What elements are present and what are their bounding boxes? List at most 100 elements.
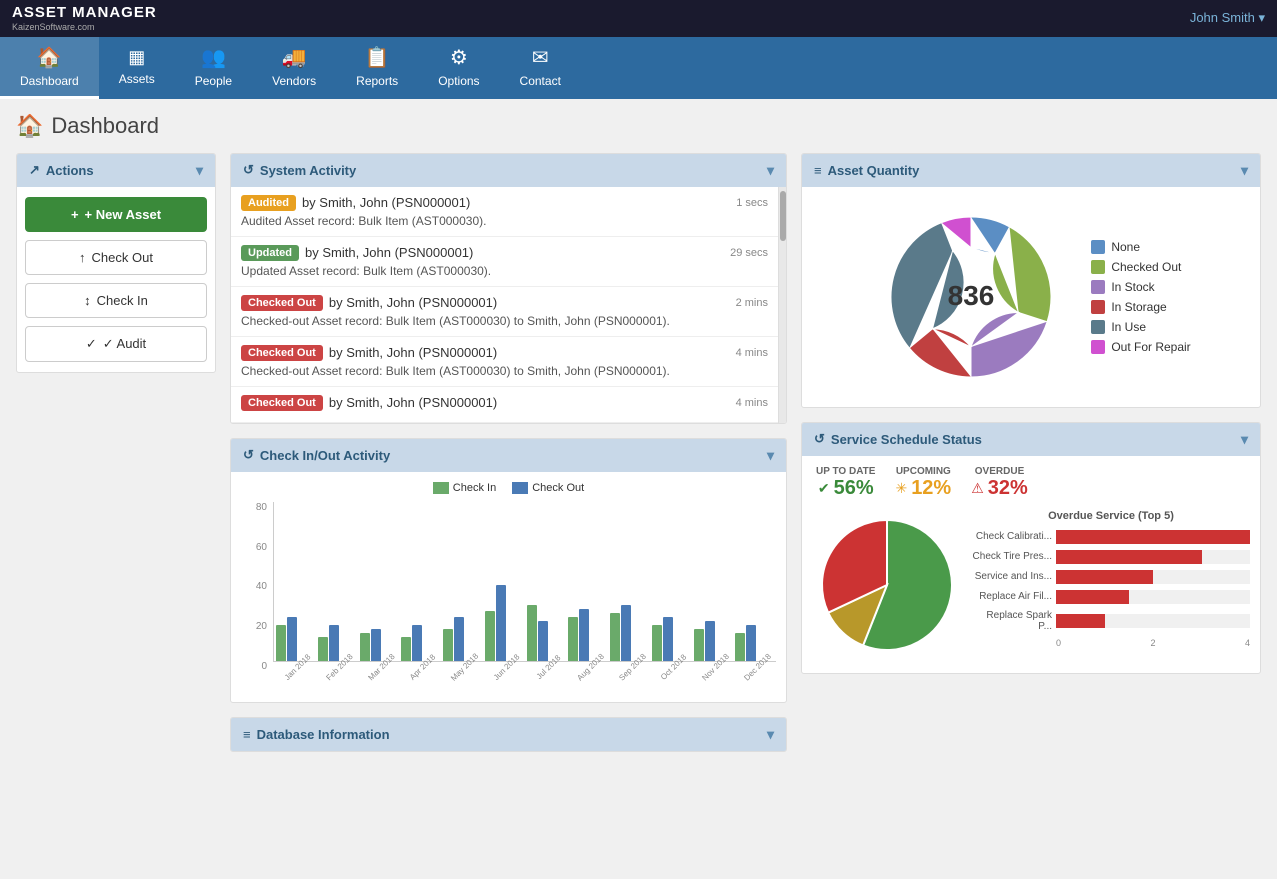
donut-segment [910, 329, 972, 377]
checkout-bar [329, 625, 339, 661]
legend-dot [1091, 340, 1105, 354]
audit-button[interactable]: ✓ ✓ Audit [25, 326, 207, 362]
x-labels: Jan 2018Feb 2018Mar 2018Apr 2018May 2018… [273, 662, 776, 703]
svc-bar-track [1056, 550, 1250, 564]
options-icon: ⚙ [450, 45, 468, 70]
service-schedule-card: ↺ Service Schedule Status ▾ UP TO DATE ✔… [801, 422, 1261, 674]
check-in-button[interactable]: ↕ Check In [25, 283, 207, 318]
checkin-bar [568, 617, 578, 661]
check-in-label: Check In [97, 293, 148, 308]
check-out-label: Check Out [92, 250, 153, 265]
activity-desc: Audited Asset record: Bulk Item (AST0000… [241, 214, 768, 228]
bar-group [485, 585, 524, 661]
legend-label: None [1111, 240, 1140, 254]
check-out-button[interactable]: ↑ Check Out [25, 240, 207, 275]
db-chevron[interactable]: ▾ [767, 726, 774, 743]
checkin-icon: ↕ [84, 293, 91, 308]
y-label: 20 [256, 621, 267, 632]
activity-time: 29 secs [730, 247, 768, 259]
system-activity-title: System Activity [260, 163, 356, 178]
user-menu[interactable]: John Smith ▾ [1190, 10, 1265, 26]
donut-chart: 836 [871, 197, 1071, 397]
checkout-bar [621, 605, 631, 661]
legend-dot [1091, 300, 1105, 314]
checkout-color [512, 482, 528, 494]
new-asset-button[interactable]: + + New Asset [25, 197, 207, 232]
database-info-title: Database Information [257, 727, 390, 742]
upcoming-label: UPCOMING [896, 466, 951, 477]
legend-dot [1091, 240, 1105, 254]
service-pie-chart [812, 510, 962, 660]
nav-item-options[interactable]: ⚙ Options [418, 37, 499, 99]
checkin-bar [443, 629, 453, 661]
legend-label: In Stock [1111, 280, 1154, 294]
nav-item-dashboard[interactable]: 🏠 Dashboard [0, 37, 99, 99]
checkinout-card: ↺ Check In/Out Activity ▾ Check In Check [230, 438, 787, 703]
checkin-color [433, 482, 449, 494]
activity-time: 2 mins [736, 297, 768, 309]
actions-icon: ↗ [29, 162, 40, 178]
legend-dot [1091, 280, 1105, 294]
scroll-bar[interactable] [778, 187, 786, 423]
checkout-legend-label: Check Out [532, 482, 584, 494]
checkinout-chevron[interactable]: ▾ [767, 447, 774, 464]
legend-label: In Use [1111, 320, 1146, 334]
audit-label: ✓ Audit [103, 336, 146, 352]
asset-quantity-chevron[interactable]: ▾ [1241, 162, 1248, 179]
nav-item-reports[interactable]: 📋 Reports [336, 37, 418, 99]
nav-label-dashboard: Dashboard [20, 74, 79, 88]
new-asset-label: + New Asset [85, 207, 161, 222]
x-0: 0 [1056, 638, 1061, 648]
service-bars: Overdue Service (Top 5) Check Calibrati.… [972, 510, 1250, 663]
activity-item: Checked Out by Smith, John (PSN000001) 4… [231, 337, 778, 387]
system-activity-header: ↺ System Activity ▾ [231, 154, 786, 187]
donut-segment [971, 312, 1047, 377]
svc-bar-track [1056, 530, 1250, 544]
svc-bar-fill [1056, 530, 1250, 544]
svc-bar-row: Service and Ins... [972, 570, 1250, 584]
donut-legend: NoneChecked OutIn StockIn StorageIn UseO… [1091, 240, 1190, 354]
nav-item-people[interactable]: 👥 People [175, 37, 252, 99]
x-4: 4 [1245, 638, 1250, 648]
actions-title: Actions [46, 163, 94, 178]
activity-desc: Checked-out Asset record: Bulk Item (AST… [241, 364, 768, 378]
overdue-value: 32% [988, 477, 1028, 500]
logo-title: ASSET MANAGER [12, 4, 157, 22]
svc-bar-track [1056, 590, 1250, 604]
scroll-thumb[interactable] [780, 191, 786, 241]
checkinout-icon: ↺ [243, 447, 254, 463]
activity-item: Checked Out by Smith, John (PSN000001) 2… [231, 287, 778, 337]
donut-segment [971, 217, 1010, 253]
actions-chevron[interactable]: ▾ [196, 162, 203, 179]
nav-item-vendors[interactable]: 🚚 Vendors [252, 37, 336, 99]
checkout-bar [663, 617, 673, 661]
service-pie [812, 510, 962, 663]
activity-item: Audited by Smith, John (PSN000001) 1 sec… [231, 187, 778, 237]
checkout-bar [705, 621, 715, 661]
nav-label-assets: Assets [119, 72, 155, 86]
nav-label-vendors: Vendors [272, 74, 316, 88]
logo-sub: KaizenSoftware.com [12, 22, 157, 33]
service-stats: UP TO DATE ✔ 56% UPCOMING ✳ 12% [802, 456, 1260, 506]
dashboard-icon: 🏠 [37, 45, 62, 70]
system-activity-chevron[interactable]: ▾ [767, 162, 774, 179]
activity-list[interactable]: Audited by Smith, John (PSN000001) 1 sec… [231, 187, 778, 423]
svc-bar-row: Check Calibrati... [972, 530, 1250, 544]
service-title: Service Schedule Status [831, 432, 982, 447]
system-activity-card: ↺ System Activity ▾ Audited by Smith, Jo… [230, 153, 787, 424]
star-icon: ✳ [895, 480, 907, 497]
nav-item-assets[interactable]: ▦ Assets [99, 37, 175, 99]
legend-item: None [1091, 240, 1190, 254]
warning-icon: ⚠ [971, 480, 984, 497]
checkin-legend-label: Check In [453, 482, 496, 494]
nav-item-contact[interactable]: ✉ Contact [500, 37, 581, 99]
asset-quantity-header: ≡ Asset Quantity ▾ [802, 154, 1260, 187]
svc-bar-track [1056, 614, 1250, 628]
checkin-bar [318, 637, 328, 661]
service-chevron[interactable]: ▾ [1241, 431, 1248, 448]
audit-icon: ✓ [86, 336, 97, 352]
vendors-icon: 🚚 [282, 45, 307, 70]
actions-card: ↗ Actions ▾ + + New Asset ↑ Check Out [16, 153, 216, 373]
y-label: 80 [256, 502, 267, 513]
checkout-bar [746, 625, 756, 661]
